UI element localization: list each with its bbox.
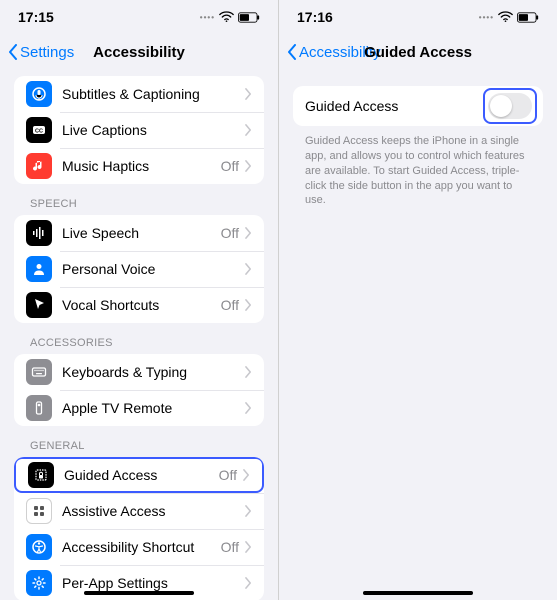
speech-group: Live SpeechOffPersonal VoiceVocal Shortc… [14,215,264,323]
chevron-right-icon [245,160,252,172]
a11y-icon [26,534,52,560]
gear-icon [26,570,52,596]
row-value: Off [221,539,239,555]
row-label: Apple TV Remote [62,400,245,416]
music-icon [26,153,52,179]
toggle-label: Guided Access [305,98,483,114]
row-label: Keyboards & Typing [62,364,245,380]
person-icon [26,256,52,282]
row-label: Subtitles & Captioning [62,86,245,102]
cellular-icon: •••• [479,13,494,22]
wifi-icon [219,11,234,23]
row-value: Off [221,225,239,241]
row-label: Live Speech [62,225,221,241]
page-title: Guided Access [364,44,472,61]
guided-access-footer: Guided Access keeps the iPhone in a sing… [279,126,557,216]
wifi-icon [498,11,513,23]
cellular-icon: •••• [200,13,215,22]
status-time: 17:15 [18,9,54,25]
lock-icon [28,462,54,488]
chevron-right-icon [245,88,252,100]
home-indicator[interactable] [84,591,194,595]
cc-icon [26,117,52,143]
settings-row[interactable]: Live Captions [14,112,264,148]
chevron-right-icon [243,469,250,481]
chevron-left-icon [8,44,18,60]
wave-icon [26,220,52,246]
general-header: GENERAL [0,426,278,457]
settings-row[interactable]: Keyboards & Typing [14,354,264,390]
settings-row[interactable]: Subtitles & Captioning [14,76,264,112]
row-label: Per-App Settings [62,575,245,591]
accessibility-screen: 17:15 •••• Settings Accessibility Subtit… [0,0,278,600]
row-label: Accessibility Shortcut [62,539,221,555]
row-label: Live Captions [62,122,245,138]
row-value: Off [219,467,237,483]
chevron-right-icon [245,263,252,275]
row-label: Assistive Access [62,503,245,519]
row-value: Off [221,158,239,174]
nav-bar: Settings Accessibility [0,34,278,70]
keyboard-icon [26,359,52,385]
settings-row[interactable]: Personal Voice [14,251,264,287]
settings-row[interactable]: Accessibility ShortcutOff [14,529,264,565]
general-group: Guided AccessOffAssistive AccessAccessib… [14,457,264,600]
chevron-right-icon [245,227,252,239]
status-bar: 17:16 •••• [279,0,557,34]
chevron-right-icon [245,124,252,136]
chevron-right-icon [245,366,252,378]
hearing-group: Subtitles & Captioning Live Captions Music… [14,76,264,184]
status-time: 17:16 [297,9,333,25]
chevron-right-icon [245,577,252,589]
row-label: Guided Access [64,467,219,483]
row-label: Personal Voice [62,261,245,277]
row-label: Music Haptics [62,158,221,174]
home-indicator[interactable] [363,591,473,595]
settings-row[interactable]: Vocal ShortcutsOff [14,287,264,323]
battery-icon [238,12,260,23]
guided-access-toggle-row[interactable]: Guided Access [293,86,543,126]
row-value: Off [221,297,239,313]
settings-row[interactable]: Apple TV Remote [14,390,264,426]
back-button[interactable]: Settings [8,44,74,61]
remote-icon [26,395,52,421]
chevron-right-icon [245,402,252,414]
speech-header: SPEECH [0,184,278,215]
chevron-right-icon [245,299,252,311]
settings-row[interactable]: Music HapticsOff [14,148,264,184]
accessories-header: ACCESSORIES [0,323,278,354]
cursor-icon [26,292,52,318]
chevron-right-icon [245,505,252,517]
battery-icon [517,12,539,23]
chevron-right-icon [245,541,252,553]
nav-bar: Accessibility Guided Access [279,34,557,70]
settings-row[interactable]: Live SpeechOff [14,215,264,251]
guided-access-screen: 17:16 •••• Accessibility Guided Access G… [279,0,557,600]
page-title: Accessibility [93,44,185,61]
back-label: Settings [20,44,74,61]
settings-row[interactable]: Assistive Access [14,493,264,529]
row-label: Vocal Shortcuts [62,297,221,313]
status-bar: 17:15 •••• [0,0,278,34]
accessories-group: Keyboards & Typing Apple TV Remote [14,354,264,426]
toggle-highlight [483,88,537,124]
grid-icon [26,498,52,524]
chevron-left-icon [287,44,297,60]
guided-access-switch[interactable] [488,93,532,119]
mic-icon [26,81,52,107]
settings-row[interactable]: Guided AccessOff [14,457,264,493]
